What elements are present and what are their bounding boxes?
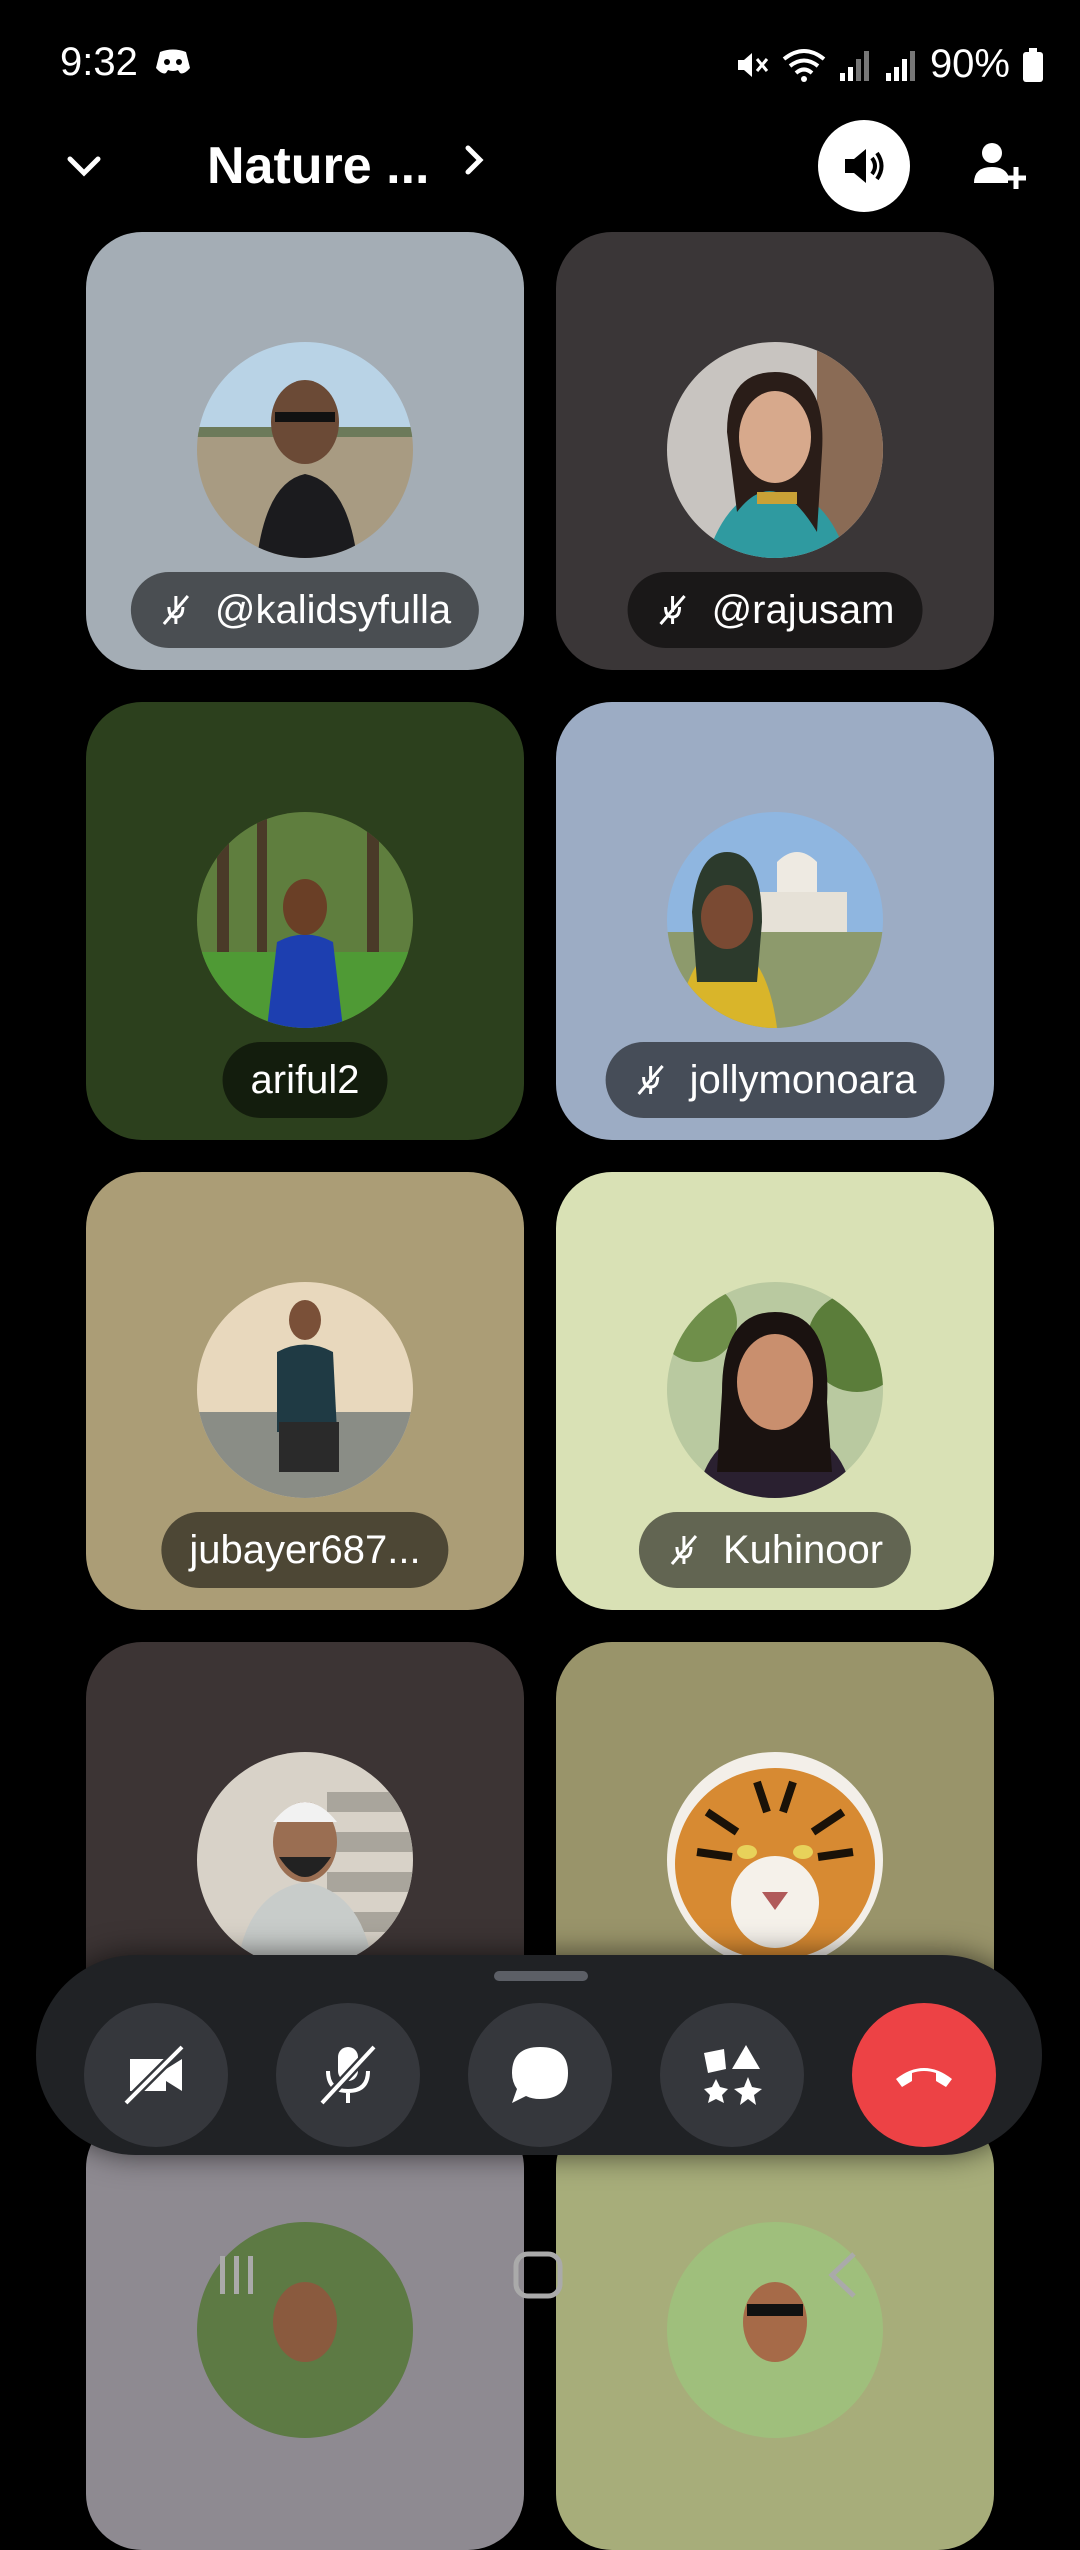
- call-control-bar: [36, 1955, 1042, 2155]
- avatar: [197, 1282, 413, 1498]
- participant-name-pill: ariful2: [222, 1042, 388, 1118]
- participant-name: @rajusam: [711, 587, 895, 632]
- avatar: [197, 1752, 413, 1968]
- participant-tile[interactable]: @kalidsyfulla: [86, 232, 524, 670]
- mic-off-icon: [659, 595, 686, 625]
- participant-name-pill: @kalidsyfulla: [130, 572, 480, 648]
- participant-name: Kuhinoor: [722, 1527, 884, 1572]
- avatar: [667, 812, 883, 1028]
- toggle-camera-button[interactable]: [84, 2003, 228, 2147]
- mic-off-icon: [162, 595, 190, 625]
- mic-off-icon: [637, 1065, 664, 1095]
- chat-icon: [512, 2047, 568, 2103]
- participant-tile[interactable]: Kuhinoor: [556, 1172, 994, 1610]
- activities-icon: [704, 2045, 762, 2105]
- open-chat-button[interactable]: [468, 2003, 612, 2147]
- avatar: [667, 342, 883, 558]
- back-icon[interactable]: [822, 2250, 862, 2300]
- toggle-mic-button[interactable]: [276, 2003, 420, 2147]
- avatar: [197, 812, 413, 1028]
- participant-name-pill: @rajusam: [627, 572, 923, 648]
- mic-off-icon: [670, 1535, 698, 1565]
- participant-name-pill: jollymonoara: [605, 1042, 945, 1118]
- end-call-icon: [896, 2068, 952, 2087]
- system-nav-bar: [0, 2220, 1080, 2340]
- participant-name: ariful2: [250, 1057, 360, 1102]
- home-icon[interactable]: [512, 2250, 564, 2300]
- participant-name: jollymonoara: [689, 1057, 917, 1102]
- participant-name-pill: jubayer687...: [161, 1512, 449, 1588]
- avatar: [197, 342, 413, 558]
- camera-off-icon: [122, 2043, 186, 2107]
- avatar: [667, 1282, 883, 1498]
- participant-name: jubayer687...: [189, 1527, 421, 1572]
- mic-off-icon: [318, 2043, 378, 2107]
- participant-name-pill: Kuhinoor: [638, 1512, 912, 1588]
- recents-icon[interactable]: [212, 2250, 262, 2300]
- participant-tile[interactable]: ariful2: [86, 702, 524, 1140]
- participant-name: @kalidsyfulla: [214, 587, 452, 632]
- participant-tile[interactable]: @rajusam: [556, 232, 994, 670]
- avatar: [667, 1752, 883, 1968]
- participant-tile[interactable]: jollymonoara: [556, 702, 994, 1140]
- participant-tile[interactable]: jubayer687...: [86, 1172, 524, 1610]
- activities-button[interactable]: [660, 2003, 804, 2147]
- end-call-button[interactable]: [852, 2003, 996, 2147]
- drag-handle[interactable]: [494, 1971, 588, 1981]
